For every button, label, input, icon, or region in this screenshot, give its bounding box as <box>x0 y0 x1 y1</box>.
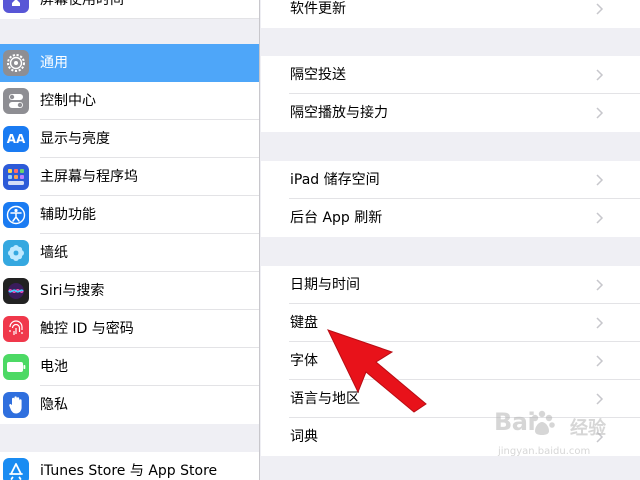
siri-icon <box>3 278 29 304</box>
section-gap <box>0 424 259 452</box>
sidebar-item-battery[interactable]: 电池 <box>0 348 259 386</box>
settings-sidebar: 屏幕使用时间 通用 控制中心 AA 显示与亮度 主屏幕与程序坞 辅助功能 墙纸 … <box>0 0 260 480</box>
paw-logo-icon <box>531 410 555 435</box>
sidebar-item-home-screen[interactable]: 主屏幕与程序坞 <box>0 158 259 196</box>
app-grid-icon <box>3 164 29 190</box>
sidebar-item-general[interactable]: 通用 <box>0 44 259 82</box>
chevron-right-icon <box>596 107 604 119</box>
row-label: 日期与时间 <box>290 277 360 293</box>
hourglass-icon <box>3 0 29 13</box>
flower-icon <box>3 240 29 266</box>
row-label: iPad 储存空间 <box>290 172 380 188</box>
chevron-right-icon <box>596 317 604 329</box>
sidebar-item-label: 控制中心 <box>40 93 96 109</box>
chevron-right-icon <box>596 279 604 291</box>
row-label: 隔空播放与接力 <box>290 105 388 121</box>
row-keyboard[interactable]: 键盘 <box>261 304 640 342</box>
row-label: 词典 <box>290 429 318 445</box>
sidebar-item-display[interactable]: AA 显示与亮度 <box>0 120 259 158</box>
sidebar-item-privacy[interactable]: 隐私 <box>0 386 259 424</box>
row-background-app-refresh[interactable]: 后台 App 刷新 <box>261 199 640 237</box>
sidebar-item-label: 主屏幕与程序坞 <box>40 169 138 185</box>
row-ipad-storage[interactable]: iPad 储存空间 <box>261 161 640 199</box>
row-airdrop[interactable]: 隔空投送 <box>261 56 640 94</box>
chevron-right-icon <box>596 393 604 405</box>
gear-icon <box>3 50 29 76</box>
toggles-icon <box>3 88 29 114</box>
sidebar-item-label: 触控 ID 与密码 <box>40 321 134 337</box>
sidebar-item-label: 显示与亮度 <box>40 131 110 147</box>
row-date-time[interactable]: 日期与时间 <box>261 266 640 304</box>
chevron-right-icon <box>596 174 604 186</box>
sidebar-item-screen-time[interactable]: 屏幕使用时间 <box>0 0 259 19</box>
sidebar-item-label: 通用 <box>40 55 68 71</box>
row-label: 隔空投送 <box>290 67 346 83</box>
hand-icon <box>3 392 29 418</box>
row-software-update[interactable]: 软件更新 <box>261 0 640 28</box>
row-label: 字体 <box>290 353 318 369</box>
sidebar-item-label: 隐私 <box>40 397 68 413</box>
aa-text-icon: AA <box>3 126 29 152</box>
sidebar-item-label: 墙纸 <box>40 245 68 261</box>
chevron-right-icon <box>596 3 604 15</box>
chevron-right-icon <box>596 355 604 367</box>
sidebar-item-itunes-app-store[interactable]: iTunes Store 与 App Store <box>0 452 259 480</box>
app-store-icon <box>3 458 29 480</box>
row-airplay-handoff[interactable]: 隔空播放与接力 <box>261 94 640 132</box>
chevron-right-icon <box>596 69 604 81</box>
watermark-jingyan-text: 经验 <box>570 418 606 439</box>
accessibility-icon <box>3 202 29 228</box>
row-fonts[interactable]: 字体 <box>261 342 640 380</box>
chevron-right-icon <box>596 212 604 224</box>
sidebar-item-wallpaper[interactable]: 墙纸 <box>0 234 259 272</box>
sidebar-item-label: Siri与搜索 <box>40 283 105 299</box>
row-label: 软件更新 <box>290 1 346 17</box>
watermark-url: jingyan.baidu.com <box>498 446 591 457</box>
baidu-jingyan-watermark: Bai 经验 jingyan.baidu.com <box>494 408 614 472</box>
red-arrow-annotation <box>327 329 427 413</box>
row-label: 后台 App 刷新 <box>290 210 383 226</box>
section-gap <box>0 19 259 44</box>
sidebar-item-siri[interactable]: Siri与搜索 <box>0 272 259 310</box>
fingerprint-icon <box>3 316 29 342</box>
sidebar-item-label: 屏幕使用时间 <box>40 0 124 8</box>
battery-icon <box>3 354 29 380</box>
row-label: 键盘 <box>290 315 318 331</box>
sidebar-item-label: 电池 <box>40 359 68 375</box>
sidebar-item-accessibility[interactable]: 辅助功能 <box>0 196 259 234</box>
sidebar-item-label: iTunes Store 与 App Store <box>40 463 218 479</box>
sidebar-item-label: 辅助功能 <box>40 207 96 223</box>
sidebar-item-touch-id[interactable]: 触控 ID 与密码 <box>0 310 259 348</box>
sidebar-item-control-center[interactable]: 控制中心 <box>0 82 259 120</box>
